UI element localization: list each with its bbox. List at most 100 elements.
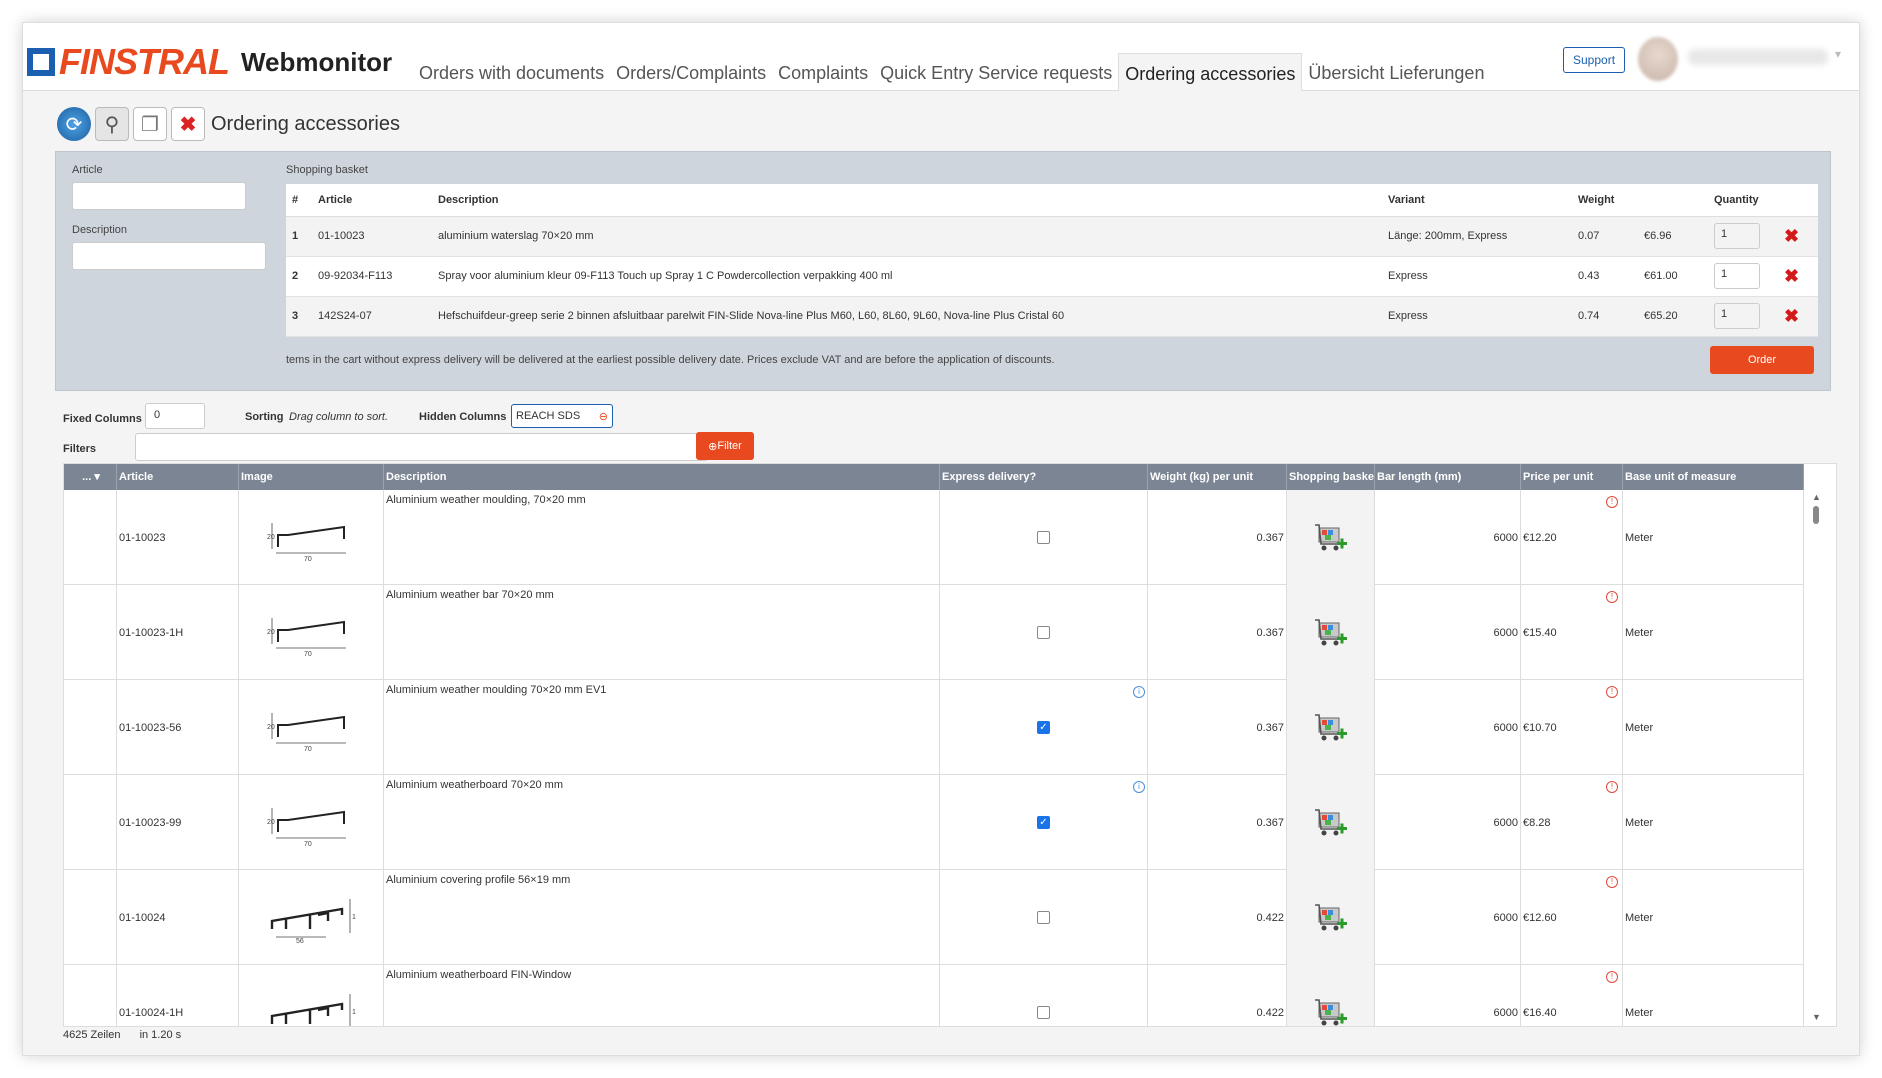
profile-drawing: 2070 [267, 617, 346, 658]
cart-add-icon[interactable] [1313, 615, 1349, 651]
description-cell: Aluminium weather moulding, 70×20 mm [384, 490, 940, 585]
scroll-thumb[interactable] [1813, 506, 1819, 524]
profile-drawing: 2070 [267, 807, 346, 848]
delete-x-icon[interactable]: ✖ [1784, 306, 1799, 326]
quantity-input[interactable]: 1 [1714, 263, 1760, 289]
row-selector[interactable] [64, 680, 117, 775]
basket-description: Spray voor aluminium kleur 09-F113 Touch… [432, 256, 1382, 297]
nav-tab-0[interactable]: Orders with documents [413, 53, 610, 91]
nav-tab-5[interactable]: Übersicht Lieferungen [1302, 53, 1490, 91]
grid-col-header[interactable]: Description [384, 464, 940, 490]
basket-description: aluminium waterslag 70×20 mm [432, 216, 1382, 257]
basket-num: 3 [286, 296, 312, 337]
chevron-down-icon[interactable]: ▾ [1835, 47, 1841, 61]
article-cell: 01-10024 [117, 870, 239, 965]
price-value: €8.28 [1523, 816, 1551, 829]
info-icon[interactable]: ! [1606, 876, 1618, 888]
row-selector[interactable] [64, 965, 117, 1026]
row-selector[interactable] [64, 585, 117, 680]
info-icon[interactable]: ! [1606, 686, 1618, 698]
info-icon[interactable]: ! [1606, 781, 1618, 793]
info-icon[interactable]: ! [1606, 496, 1618, 508]
grid-col-header[interactable]: Express delivery? [940, 464, 1148, 490]
grid-col-header[interactable]: Shopping basket [1287, 464, 1375, 490]
cart-add-icon[interactable] [1313, 520, 1349, 556]
cart-add-icon[interactable] [1313, 710, 1349, 746]
remove-chip-icon[interactable]: ⊖ [599, 410, 608, 423]
scroll-down-icon[interactable]: ▼ [1812, 1012, 1821, 1022]
load-time: in 1.20 s [139, 1029, 182, 1041]
express-checkbox[interactable] [1037, 1006, 1050, 1019]
grid-col-header[interactable]: Base unit of measure [1623, 464, 1804, 490]
description-input[interactable] [72, 242, 266, 270]
image-cell: 20 70 [239, 680, 384, 775]
order-button[interactable]: Order [1710, 346, 1814, 374]
support-button[interactable]: Support [1563, 47, 1626, 73]
scroll-up-icon[interactable]: ▲ [1812, 492, 1821, 502]
image-cell: 20 70 [239, 775, 384, 870]
price-cell: €15.40! [1521, 585, 1623, 680]
grid-col-header[interactable]: Weight (kg) per unit [1148, 464, 1287, 490]
express-checkbox[interactable] [1037, 626, 1050, 639]
grid-row[interactable]: 01-10023 20 70 Aluminium weather moulding, … [64, 490, 1804, 585]
basket-qty-cell: 1 [1708, 296, 1778, 337]
grid-row[interactable]: 01-10023-99 20 70 Aluminium weatherboard 70… [64, 775, 1804, 870]
express-checkbox[interactable] [1037, 911, 1050, 924]
grid-row[interactable]: 01-10023-1H 20 70 Aluminium weather bar 70×… [64, 585, 1804, 680]
basket-panel: Article Description Shopping basket # Art… [55, 151, 1831, 391]
profile-width-label: 70 [304, 556, 312, 563]
column-menu-button[interactable]: ... ▾ [64, 464, 117, 490]
filter-button[interactable]: ⊕ Filter [696, 432, 754, 460]
grid-row[interactable]: 01-10023-56 20 70 Aluminium weather mouldin… [64, 680, 1804, 775]
avatar[interactable] [1638, 37, 1678, 81]
nav-tab-1[interactable]: Orders/Complaints [610, 53, 772, 91]
info-icon[interactable]: i [1133, 781, 1145, 793]
basket-cell [1287, 965, 1375, 1028]
cart-add-icon[interactable] [1313, 995, 1349, 1028]
cart-add-icon[interactable] [1313, 900, 1349, 936]
quantity-input[interactable]: 1 [1714, 303, 1760, 329]
logo[interactable]: FINSTRAL Webmonitor [27, 41, 392, 83]
filters-input[interactable] [135, 433, 708, 461]
grid-col-header[interactable]: Article [117, 464, 239, 490]
grid-col-header[interactable]: Image [239, 464, 384, 490]
express-cell [940, 490, 1148, 585]
nav-tab-4[interactable]: Ordering accessories [1118, 53, 1303, 91]
article-label: Article [72, 164, 103, 176]
express-checkbox[interactable]: ✓ [1037, 816, 1050, 829]
user-name-blurred[interactable] [1688, 49, 1828, 65]
express-checkbox[interactable] [1037, 531, 1050, 544]
filters-label: Filters [63, 443, 97, 455]
row-selector[interactable] [64, 490, 117, 585]
fixed-columns-input[interactable]: 0 [145, 403, 205, 429]
express-checkbox[interactable]: ✓ [1037, 721, 1050, 734]
app-window: FINSTRAL Webmonitor Orders with document… [22, 22, 1860, 1056]
basket-cell [1287, 775, 1375, 870]
info-icon[interactable]: ! [1606, 591, 1618, 603]
bar-length-cell: 6000 [1375, 490, 1521, 585]
grid-row[interactable]: 01-10024-1H 19 Aluminium weatherboard FIN-… [64, 965, 1804, 1028]
row-selector[interactable] [64, 870, 117, 965]
quantity-input[interactable]: 1 [1714, 223, 1760, 249]
weight-cell: 0.367 [1148, 680, 1287, 775]
copy-document-icon[interactable]: ❐ [133, 107, 167, 141]
delete-x-icon[interactable]: ✖ [1784, 266, 1799, 286]
grid-col-header[interactable]: Price per unit [1521, 464, 1623, 490]
row-selector[interactable] [64, 775, 117, 870]
refresh-icon[interactable]: ⟳ [57, 107, 91, 141]
hidden-column-chip[interactable]: REACH SDS ⊖ [511, 404, 613, 428]
grid-scrollbar[interactable]: ▲ ▼ [1810, 490, 1822, 1026]
nav-tab-3[interactable]: Quick Entry Service requests [874, 53, 1118, 91]
profile-height-label: 19 [352, 1009, 356, 1016]
grid-col-header[interactable]: Bar length (mm) [1375, 464, 1521, 490]
info-icon[interactable]: ! [1606, 971, 1618, 983]
search-document-icon[interactable]: ⚲ [95, 107, 129, 141]
grid-row[interactable]: 01-100241956Aluminium covering profile 5… [64, 870, 1804, 965]
delete-table-icon[interactable]: ✖ [171, 107, 205, 141]
article-input[interactable] [72, 182, 246, 210]
price-cell: €16.40! [1521, 965, 1623, 1026]
nav-tab-2[interactable]: Complaints [772, 53, 874, 91]
delete-x-icon[interactable]: ✖ [1784, 226, 1799, 246]
info-icon[interactable]: i [1133, 686, 1145, 698]
cart-add-icon[interactable] [1313, 805, 1349, 841]
